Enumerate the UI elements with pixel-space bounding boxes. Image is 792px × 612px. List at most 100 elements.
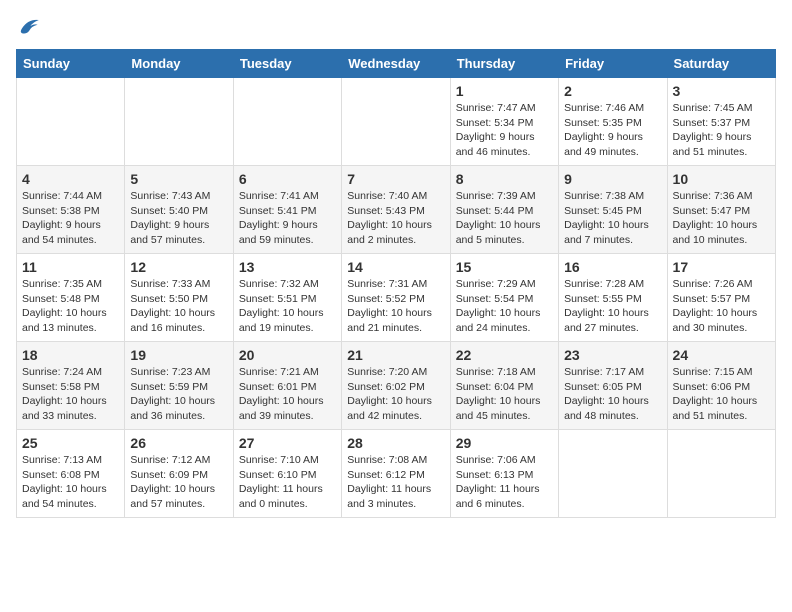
day-number: 28 bbox=[347, 435, 444, 451]
day-number: 29 bbox=[456, 435, 553, 451]
cell-info: Sunrise: 7:26 AM Sunset: 5:57 PM Dayligh… bbox=[673, 277, 770, 336]
cal-cell: 1 Sunrise: 7:47 AM Sunset: 5:34 PM Daylig… bbox=[450, 78, 558, 166]
calendar-table: SundayMondayTuesdayWednesdayThursdayFrid… bbox=[16, 49, 776, 518]
cell-info: Sunrise: 7:08 AM Sunset: 6:12 PM Dayligh… bbox=[347, 453, 444, 512]
day-number: 14 bbox=[347, 259, 444, 275]
day-header-friday: Friday bbox=[559, 50, 667, 78]
cal-cell: 9 Sunrise: 7:38 AM Sunset: 5:45 PM Daylig… bbox=[559, 166, 667, 254]
cal-cell: 5Sunrise: 7:43 AM Sunset: 5:40 PM Daylig… bbox=[125, 166, 233, 254]
cell-info: Sunrise: 7:28 AM Sunset: 5:55 PM Dayligh… bbox=[564, 277, 661, 336]
cell-info: Sunrise: 7:39 AM Sunset: 5:44 PM Dayligh… bbox=[456, 189, 553, 248]
cal-cell: 11 Sunrise: 7:35 AM Sunset: 5:48 PM Dayli… bbox=[17, 254, 125, 342]
cell-info: Sunrise: 7:32 AM Sunset: 5:51 PM Dayligh… bbox=[239, 277, 336, 336]
cal-cell bbox=[125, 78, 233, 166]
cal-cell: 23 Sunrise: 7:17 AM Sunset: 6:05 PM Dayli… bbox=[559, 342, 667, 430]
day-number: 7 bbox=[347, 171, 444, 187]
cal-cell: 15 Sunrise: 7:29 AM Sunset: 5:54 PM Dayli… bbox=[450, 254, 558, 342]
cal-cell: 22 Sunrise: 7:18 AM Sunset: 6:04 PM Dayli… bbox=[450, 342, 558, 430]
logo bbox=[16, 16, 40, 41]
day-number: 4 bbox=[22, 171, 119, 187]
cell-info: Sunrise: 7:12 AM Sunset: 6:09 PM Dayligh… bbox=[130, 453, 227, 512]
cell-info: Sunrise: 7:13 AM Sunset: 6:08 PM Dayligh… bbox=[22, 453, 119, 512]
day-number: 3 bbox=[673, 83, 770, 99]
cal-cell bbox=[342, 78, 450, 166]
cell-info: Sunrise: 7:41 AM Sunset: 5:41 PM Dayligh… bbox=[239, 189, 336, 248]
cell-info: Sunrise: 7:47 AM Sunset: 5:34 PM Dayligh… bbox=[456, 101, 553, 160]
day-number: 6 bbox=[239, 171, 336, 187]
cell-info: Sunrise: 7:40 AM Sunset: 5:43 PM Dayligh… bbox=[347, 189, 444, 248]
week-row-5: 25 Sunrise: 7:13 AM Sunset: 6:08 PM Dayli… bbox=[17, 430, 776, 518]
day-number: 1 bbox=[456, 83, 553, 99]
cell-info: Sunrise: 7:38 AM Sunset: 5:45 PM Dayligh… bbox=[564, 189, 661, 248]
cell-info: Sunrise: 7:35 AM Sunset: 5:48 PM Dayligh… bbox=[22, 277, 119, 336]
week-row-2: 4 Sunrise: 7:44 AM Sunset: 5:38 PM Daylig… bbox=[17, 166, 776, 254]
cal-cell: 17 Sunrise: 7:26 AM Sunset: 5:57 PM Dayli… bbox=[667, 254, 775, 342]
day-number: 11 bbox=[22, 259, 119, 275]
day-header-sunday: Sunday bbox=[17, 50, 125, 78]
cell-info: Sunrise: 7:21 AM Sunset: 6:01 PM Dayligh… bbox=[239, 365, 336, 424]
cal-cell: 14 Sunrise: 7:31 AM Sunset: 5:52 PM Dayli… bbox=[342, 254, 450, 342]
day-number: 22 bbox=[456, 347, 553, 363]
day-number: 25 bbox=[22, 435, 119, 451]
cell-info: Sunrise: 7:15 AM Sunset: 6:06 PM Dayligh… bbox=[673, 365, 770, 424]
cell-info: Sunrise: 7:31 AM Sunset: 5:52 PM Dayligh… bbox=[347, 277, 444, 336]
day-number: 2 bbox=[564, 83, 661, 99]
day-number: 13 bbox=[239, 259, 336, 275]
day-header-monday: Monday bbox=[125, 50, 233, 78]
cal-cell: 28 Sunrise: 7:08 AM Sunset: 6:12 PM Dayli… bbox=[342, 430, 450, 518]
day-header-wednesday: Wednesday bbox=[342, 50, 450, 78]
cal-cell: 21 Sunrise: 7:20 AM Sunset: 6:02 PM Dayli… bbox=[342, 342, 450, 430]
cell-info: Sunrise: 7:29 AM Sunset: 5:54 PM Dayligh… bbox=[456, 277, 553, 336]
cell-info: Sunrise: 7:36 AM Sunset: 5:47 PM Dayligh… bbox=[673, 189, 770, 248]
cal-cell: 7 Sunrise: 7:40 AM Sunset: 5:43 PM Daylig… bbox=[342, 166, 450, 254]
cell-info: Sunrise: 7:20 AM Sunset: 6:02 PM Dayligh… bbox=[347, 365, 444, 424]
header-row: SundayMondayTuesdayWednesdayThursdayFrid… bbox=[17, 50, 776, 78]
week-row-1: 1 Sunrise: 7:47 AM Sunset: 5:34 PM Daylig… bbox=[17, 78, 776, 166]
cell-info: Sunrise: 7:24 AM Sunset: 5:58 PM Dayligh… bbox=[22, 365, 119, 424]
day-number: 17 bbox=[673, 259, 770, 275]
cal-cell: 26 Sunrise: 7:12 AM Sunset: 6:09 PM Dayli… bbox=[125, 430, 233, 518]
cal-cell: 20 Sunrise: 7:21 AM Sunset: 6:01 PM Dayli… bbox=[233, 342, 341, 430]
cal-cell: 27 Sunrise: 7:10 AM Sunset: 6:10 PM Dayli… bbox=[233, 430, 341, 518]
day-number: 20 bbox=[239, 347, 336, 363]
cal-cell: 18 Sunrise: 7:24 AM Sunset: 5:58 PM Dayli… bbox=[17, 342, 125, 430]
cell-info: Sunrise: 7:10 AM Sunset: 6:10 PM Dayligh… bbox=[239, 453, 336, 512]
cal-cell: 6 Sunrise: 7:41 AM Sunset: 5:41 PM Daylig… bbox=[233, 166, 341, 254]
day-number: 26 bbox=[130, 435, 227, 451]
day-number: 19 bbox=[130, 347, 227, 363]
logo-bird-icon bbox=[16, 16, 40, 36]
day-number: 8 bbox=[456, 171, 553, 187]
day-number: 24 bbox=[673, 347, 770, 363]
cal-cell: 3 Sunrise: 7:45 AM Sunset: 5:37 PM Daylig… bbox=[667, 78, 775, 166]
cal-cell: 13 Sunrise: 7:32 AM Sunset: 5:51 PM Dayli… bbox=[233, 254, 341, 342]
day-number: 5 bbox=[130, 171, 227, 187]
cell-info: Sunrise: 7:45 AM Sunset: 5:37 PM Dayligh… bbox=[673, 101, 770, 160]
day-number: 27 bbox=[239, 435, 336, 451]
cal-cell: 24 Sunrise: 7:15 AM Sunset: 6:06 PM Dayli… bbox=[667, 342, 775, 430]
cell-info: Sunrise: 7:17 AM Sunset: 6:05 PM Dayligh… bbox=[564, 365, 661, 424]
day-number: 18 bbox=[22, 347, 119, 363]
cal-cell bbox=[17, 78, 125, 166]
cal-cell: 19 Sunrise: 7:23 AM Sunset: 5:59 PM Dayli… bbox=[125, 342, 233, 430]
cal-cell: 2 Sunrise: 7:46 AM Sunset: 5:35 PM Daylig… bbox=[559, 78, 667, 166]
cal-cell bbox=[559, 430, 667, 518]
cell-info: Sunrise: 7:23 AM Sunset: 5:59 PM Dayligh… bbox=[130, 365, 227, 424]
cal-cell: 25 Sunrise: 7:13 AM Sunset: 6:08 PM Dayli… bbox=[17, 430, 125, 518]
cal-cell: 8 Sunrise: 7:39 AM Sunset: 5:44 PM Daylig… bbox=[450, 166, 558, 254]
day-header-saturday: Saturday bbox=[667, 50, 775, 78]
cal-cell bbox=[667, 430, 775, 518]
week-row-4: 18 Sunrise: 7:24 AM Sunset: 5:58 PM Dayli… bbox=[17, 342, 776, 430]
cell-info: Sunrise: 7:06 AM Sunset: 6:13 PM Dayligh… bbox=[456, 453, 553, 512]
day-number: 15 bbox=[456, 259, 553, 275]
cell-info: Sunrise: 7:33 AM Sunset: 5:50 PM Dayligh… bbox=[130, 277, 227, 336]
cell-info: Sunrise: 7:44 AM Sunset: 5:38 PM Dayligh… bbox=[22, 189, 119, 248]
day-number: 23 bbox=[564, 347, 661, 363]
cell-info: Sunrise: 7:18 AM Sunset: 6:04 PM Dayligh… bbox=[456, 365, 553, 424]
day-number: 10 bbox=[673, 171, 770, 187]
day-number: 21 bbox=[347, 347, 444, 363]
cal-cell: 12Sunrise: 7:33 AM Sunset: 5:50 PM Dayli… bbox=[125, 254, 233, 342]
cal-cell: 10 Sunrise: 7:36 AM Sunset: 5:47 PM Dayli… bbox=[667, 166, 775, 254]
day-number: 9 bbox=[564, 171, 661, 187]
day-header-tuesday: Tuesday bbox=[233, 50, 341, 78]
cell-info: Sunrise: 7:46 AM Sunset: 5:35 PM Dayligh… bbox=[564, 101, 661, 160]
